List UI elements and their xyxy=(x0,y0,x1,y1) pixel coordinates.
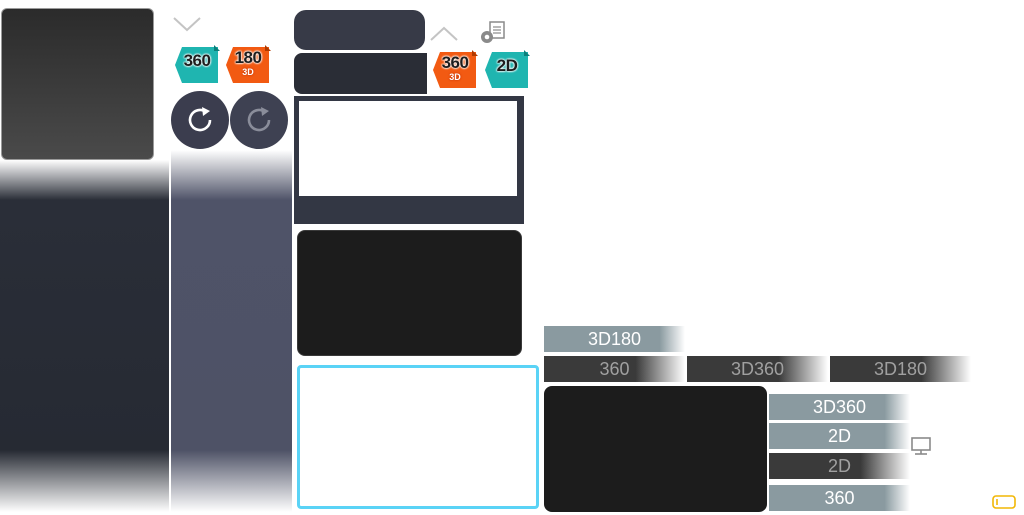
settings-document-icon[interactable] xyxy=(478,20,508,46)
dark-pill-button[interactable] xyxy=(294,10,425,50)
refresh-icon xyxy=(188,107,212,132)
badge-360-3d-label: 360 xyxy=(441,53,469,72)
dark-popup-panel xyxy=(544,386,767,512)
badge-360-3d[interactable]: 360 3D xyxy=(432,48,478,92)
badge-180-3d[interactable]: 180 3D xyxy=(225,43,271,87)
badge-2d[interactable]: 2D xyxy=(484,48,530,92)
mode-tab-2d-active[interactable]: 2D xyxy=(769,423,910,449)
chevron-up-icon[interactable] xyxy=(429,24,459,46)
badge-360-3d-sub: 3D xyxy=(449,72,461,82)
mode-tab-2d[interactable]: 2D xyxy=(769,453,910,479)
chevron-down-icon[interactable] xyxy=(172,14,202,40)
badge-360-label: 360 xyxy=(183,51,211,70)
mode-tab-3d180[interactable]: 3D180 xyxy=(830,356,971,382)
highlighted-selection-box[interactable] xyxy=(297,365,539,509)
refresh-button-disabled[interactable] xyxy=(230,91,288,149)
tag-icon[interactable] xyxy=(990,494,1018,510)
badge-180-label: 180 xyxy=(234,48,262,67)
preview-area xyxy=(299,101,517,196)
refresh-button[interactable] xyxy=(171,91,229,149)
mode-tab-360-active[interactable]: 360 xyxy=(769,485,910,511)
dark-card xyxy=(297,230,522,356)
mode-tab-360[interactable]: 360 xyxy=(544,356,685,382)
sidebar-background-slate xyxy=(171,150,292,512)
refresh-icon xyxy=(247,107,271,132)
mode-tab-3d180-active[interactable]: 3D180 xyxy=(544,326,685,352)
badge-180-sub: 3D xyxy=(242,67,254,77)
badge-2d-label: 2D xyxy=(496,56,518,75)
badge-360[interactable]: 360 xyxy=(174,43,220,87)
framed-preview-panel xyxy=(294,96,524,224)
sidebar-background-dark xyxy=(0,160,169,512)
mode-tab-3d360[interactable]: 3D360 xyxy=(687,356,828,382)
dark-panel-thumbnail xyxy=(1,8,154,160)
mode-tab-3d360-active[interactable]: 3D360 xyxy=(769,394,910,420)
monitor-icon[interactable] xyxy=(910,436,934,458)
dark-bar-button[interactable] xyxy=(294,53,427,94)
